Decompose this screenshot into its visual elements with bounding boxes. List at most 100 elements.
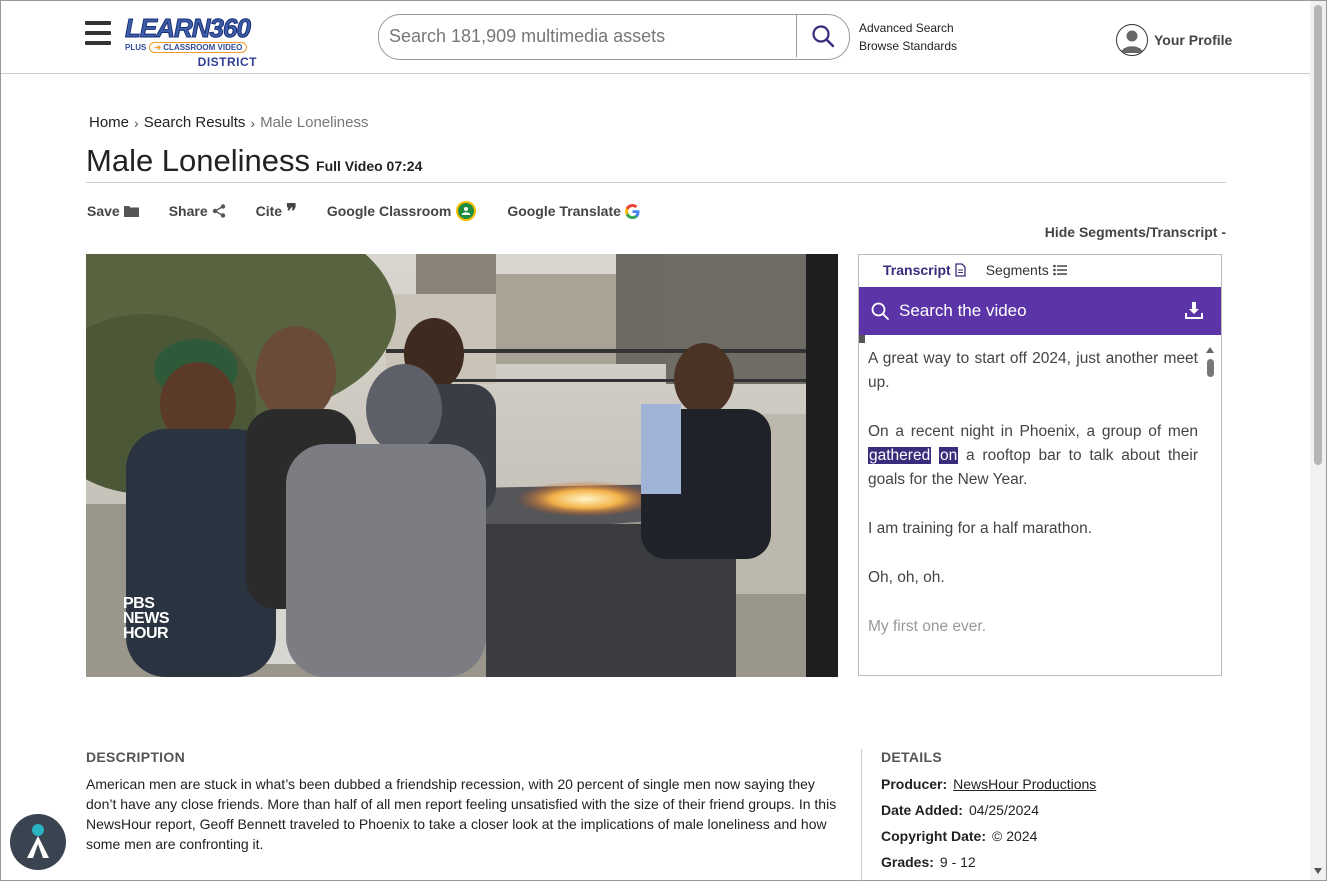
page-scroll-thumb[interactable] (1314, 5, 1322, 465)
document-icon (955, 263, 966, 277)
user-avatar-icon (1116, 24, 1148, 56)
profile-button[interactable]: Your Profile (1116, 24, 1232, 56)
detail-value: 9 - 12 (939, 854, 976, 870)
site-header: LEARN360 PLUS ➔ CLASSROOM VIDEO DISTRICT… (1, 1, 1311, 74)
save-button[interactable]: Save (87, 203, 139, 219)
transcript-line[interactable]: A great way to start off 2024, just anot… (868, 347, 1198, 395)
transcript-highlight: gathered (868, 447, 932, 464)
video-duration: Full Video 07:24 (316, 158, 423, 174)
breadcrumb: Home › Search Results › Male Loneliness (89, 114, 368, 131)
google-classroom-label: Google Classroom (326, 203, 452, 219)
details-list: Producer: NewsHour Productions Date Adde… (881, 774, 1096, 878)
tab-transcript[interactable]: Transcript (883, 262, 966, 278)
search-video-label: Search the video (899, 301, 1027, 320)
google-translate-button[interactable]: Google Translate (507, 203, 640, 219)
tab-segments-label: Segments (985, 262, 1049, 278)
transcript-marker (859, 335, 865, 343)
cite-button[interactable]: Cite ❞ (255, 199, 297, 223)
scroll-down-arrow-icon[interactable] (1314, 868, 1322, 874)
detail-producer: Producer: NewsHour Productions (881, 774, 1096, 800)
search-icon (871, 302, 889, 320)
video-frame (86, 254, 838, 677)
transcript-text: A great way to start off 2024, just anot… (868, 347, 1198, 664)
share-button[interactable]: Share (169, 203, 226, 219)
page-scrollbar[interactable] (1310, 1, 1326, 880)
logo-sub: PLUS ➔ CLASSROOM VIDEO (125, 42, 257, 53)
detail-label: Grades: (881, 854, 934, 870)
hamburger-menu-icon[interactable] (85, 21, 111, 45)
transcript-highlight: on (939, 447, 959, 464)
pbs-newshour-watermark: PBS NEWS HOUR (123, 595, 170, 642)
video-player[interactable]: PBS NEWS HOUR (86, 254, 838, 677)
search-button[interactable] (796, 15, 849, 57)
google-classroom-button[interactable]: Google Classroom (327, 200, 477, 222)
accessibility-icon (27, 824, 49, 858)
share-icon (212, 204, 226, 218)
logo-classroom-pill: ➔ CLASSROOM VIDEO (149, 42, 248, 53)
tab-transcript-label: Transcript (883, 262, 951, 278)
detail-date-added: Date Added: 04/25/2024 (881, 800, 1096, 826)
logo-district-text: DISTRICT (197, 55, 257, 69)
video-title: Male Loneliness (86, 143, 311, 178)
watermark-line-2: NEWS (123, 610, 170, 627)
learn360-logo[interactable]: LEARN360 PLUS ➔ CLASSROOM VIDEO DISTRICT (125, 15, 257, 73)
transcript-line[interactable]: On a recent night in Phoenix, a group of… (868, 420, 1198, 492)
scroll-up-arrow-icon[interactable] (1206, 347, 1214, 353)
search-video-bar[interactable]: Search the video (859, 287, 1221, 335)
detail-label: Date Added: (881, 802, 963, 818)
page-title: Male Loneliness Full Video 07:24 (86, 143, 422, 179)
logo-pill-text: CLASSROOM VIDEO (163, 43, 243, 52)
share-label: Share (168, 203, 208, 219)
action-toolbar: Save Share Cite ❞ Google Classroom Googl… (87, 200, 670, 222)
transcript-line[interactable]: I am training for a half marathon. (868, 517, 1198, 541)
header-links: Advanced Search Browse Standards (859, 19, 957, 55)
folder-icon (123, 205, 139, 217)
watermark-line-1: PBS (123, 595, 155, 612)
logo-main-text: LEARN360 (125, 13, 252, 43)
transcript-panel: Transcript Segments Search the video A g… (858, 254, 1222, 676)
list-icon (1052, 264, 1067, 276)
search-bar (378, 14, 850, 60)
transcript-segment: On a recent night in Phoenix, a group of… (868, 423, 1198, 440)
google-translate-label: Google Translate (507, 203, 621, 219)
chevron-right-icon: › (134, 114, 139, 131)
cite-label: Cite (255, 203, 283, 219)
save-label: Save (87, 203, 120, 219)
chevron-right-icon: › (250, 114, 256, 131)
search-icon (812, 25, 835, 48)
google-classroom-icon (455, 200, 477, 222)
detail-value: 04/25/2024 (968, 802, 1040, 818)
detail-value: © 2024 (992, 828, 1038, 844)
producer-link[interactable]: NewsHour Productions (953, 774, 1096, 800)
breadcrumb-search-results[interactable]: Search Results (144, 114, 246, 131)
description-text: American men are stuck in what’s been du… (86, 776, 837, 852)
detail-label: Copyright Date: (881, 828, 986, 844)
title-divider (86, 182, 1226, 183)
details-heading: DETAILS (881, 749, 942, 765)
browse-standards-link[interactable]: Browse Standards (859, 37, 957, 55)
profile-label: Your Profile (1154, 32, 1233, 48)
detail-grades: Grades: 9 - 12 (881, 852, 1096, 878)
scroll-thumb[interactable] (1206, 359, 1214, 377)
description-heading: DESCRIPTION (86, 749, 185, 765)
transcript-line[interactable]: My first one ever. (868, 615, 1198, 639)
advanced-search-link[interactable]: Advanced Search (859, 19, 957, 37)
download-icon[interactable] (1185, 301, 1203, 324)
watermark-line-3: HOUR (123, 625, 169, 642)
breadcrumb-current: Male Loneliness (260, 114, 369, 131)
transcript-scrollbar[interactable] (1205, 347, 1215, 667)
google-g-icon (624, 203, 640, 219)
accessibility-button[interactable] (10, 814, 66, 870)
panel-tabs: Transcript Segments (883, 262, 1087, 278)
search-input[interactable] (379, 15, 795, 57)
arrow-circle-icon: ➔ (154, 43, 162, 52)
hide-segments-toggle[interactable]: Hide Segments/Transcript - (1045, 224, 1226, 240)
breadcrumb-home[interactable]: Home (89, 114, 129, 131)
quote-icon: ❞ (286, 199, 297, 223)
logo-plus-text: PLUS (125, 43, 147, 52)
section-divider (861, 749, 862, 882)
detail-label: Producer: (881, 776, 948, 792)
tab-segments[interactable]: Segments (986, 262, 1067, 278)
detail-copyright: Copyright Date: © 2024 (881, 826, 1096, 852)
transcript-line[interactable]: Oh, oh, oh. (868, 566, 1198, 590)
